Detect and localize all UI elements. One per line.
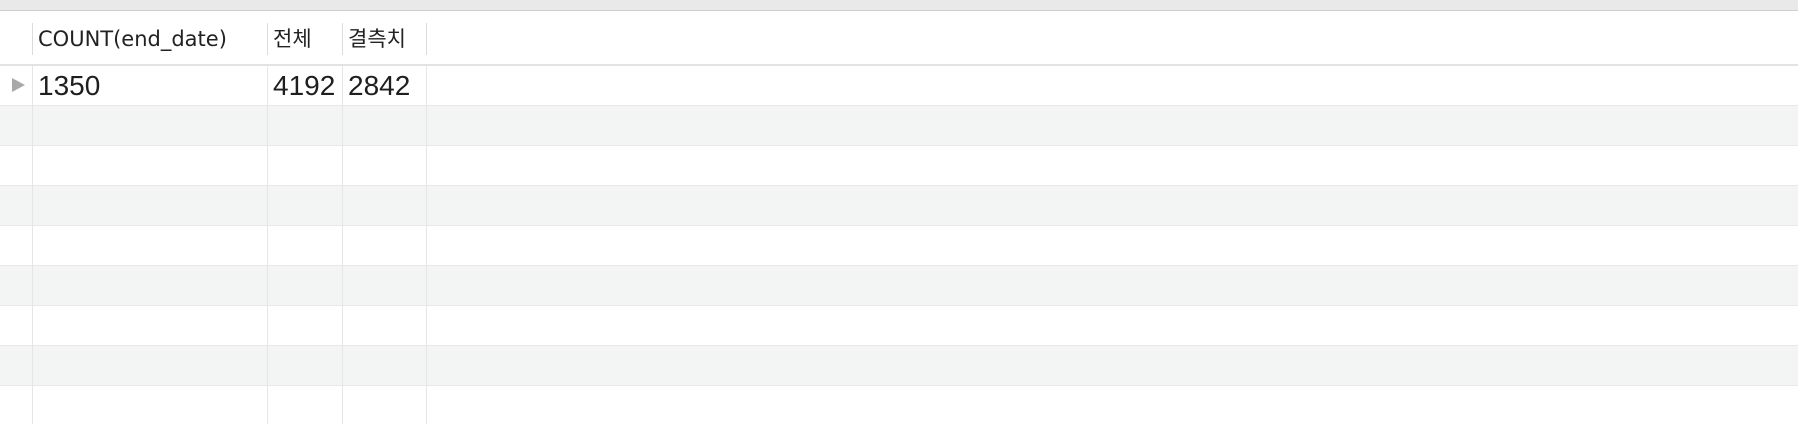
column-header-row: COUNT(end_date) 전체 결측치 <box>0 11 1798 66</box>
column-divider <box>267 66 268 424</box>
column-header-count-end-date[interactable]: COUNT(end_date) <box>33 23 267 55</box>
column-divider <box>32 66 33 424</box>
column-header-total[interactable]: 전체 <box>268 23 342 55</box>
header-divider <box>426 23 427 55</box>
table-row-empty[interactable] <box>0 106 1798 146</box>
column-divider <box>342 66 343 424</box>
column-header-missing[interactable]: 결측치 <box>343 23 426 55</box>
table-row[interactable]: 1350 4192 2842 <box>0 66 1798 106</box>
table-row-empty[interactable] <box>0 186 1798 226</box>
result-grid-window: 1350 4192 2842 COUNT(end_date) 전체 결측치 <box>0 0 1798 424</box>
table-row-empty[interactable] <box>0 306 1798 346</box>
triangle-right-icon <box>12 78 25 92</box>
table-row-empty[interactable] <box>0 346 1798 386</box>
table-row-empty[interactable] <box>0 266 1798 306</box>
cell-missing[interactable]: 2842 <box>343 66 427 106</box>
result-grid: 1350 4192 2842 COUNT(end_date) 전체 결측치 <box>0 11 1798 424</box>
table-row-empty[interactable] <box>0 386 1798 424</box>
cell-count-end-date[interactable]: 1350 <box>33 66 268 106</box>
top-toolbar-strip <box>0 0 1798 11</box>
table-row-empty[interactable] <box>0 226 1798 266</box>
table-row-empty[interactable] <box>0 146 1798 186</box>
cell-total[interactable]: 4192 <box>268 66 343 106</box>
column-divider <box>426 66 427 424</box>
